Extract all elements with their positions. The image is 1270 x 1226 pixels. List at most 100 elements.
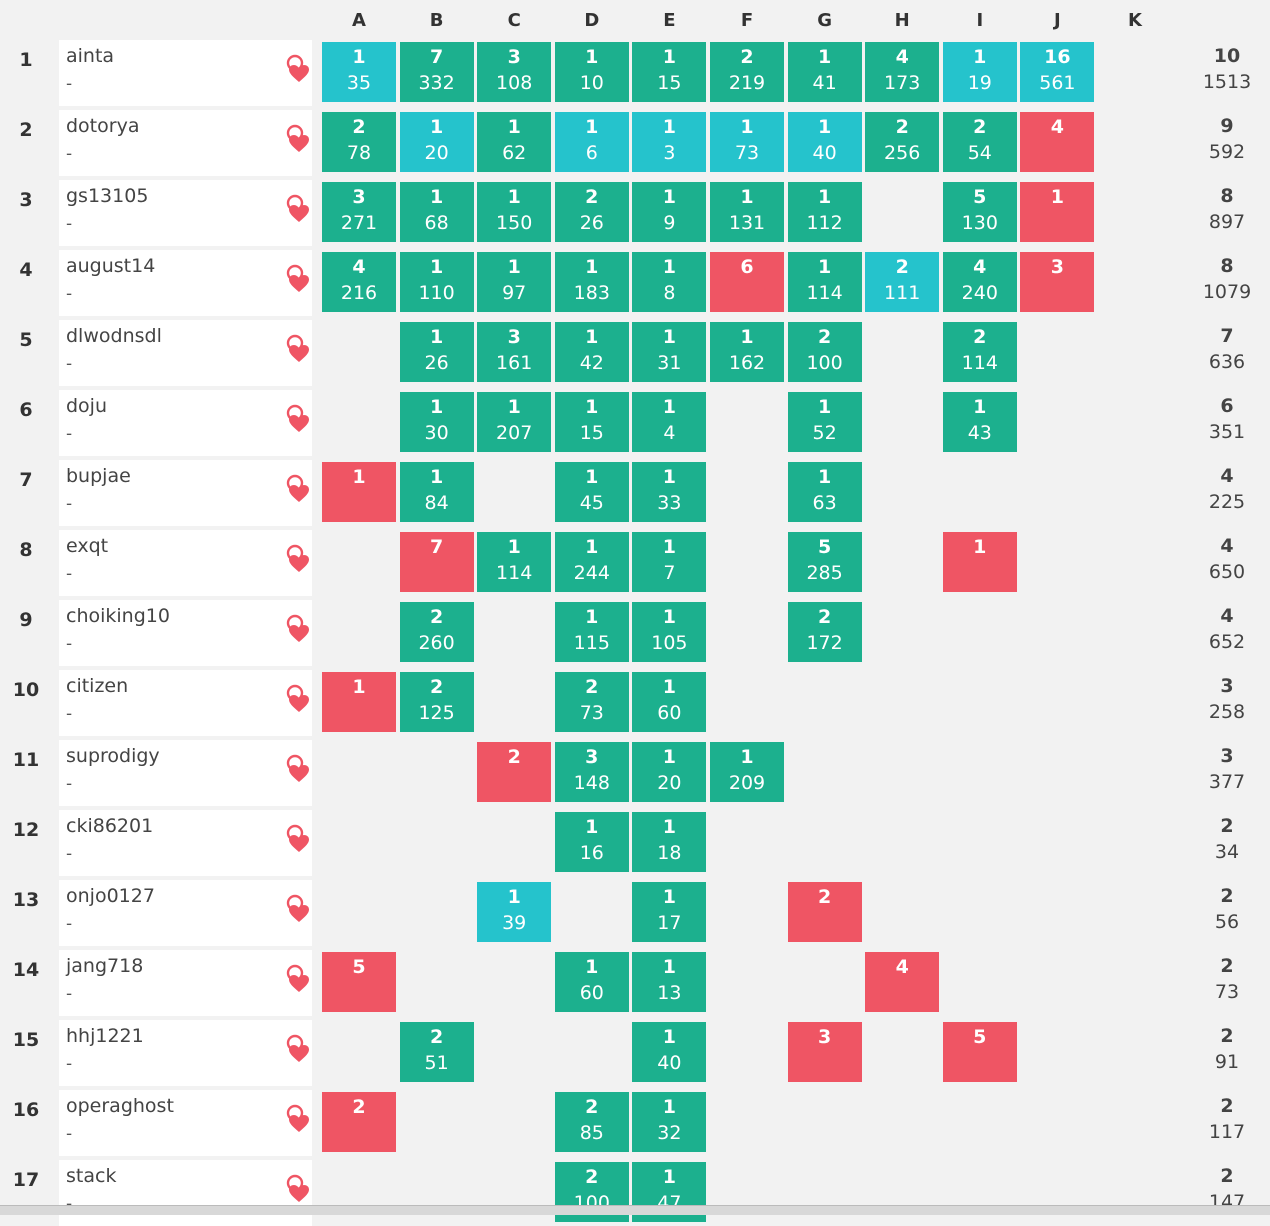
favorite-heart-icon[interactable] [286,264,312,294]
problem-cell-f[interactable]: 6 [710,252,784,312]
problem-cell-c[interactable]: 1 207 [477,392,552,452]
problem-cell-e[interactable]: 1 32 [632,1092,707,1152]
team-name[interactable]: august14 [66,255,155,277]
team-card[interactable]: gs13105 - [59,180,312,246]
problem-header-f[interactable]: F [710,10,784,31]
problem-cell-a[interactable]: 4 216 [322,252,396,312]
favorite-heart-icon[interactable] [286,474,312,504]
favorite-heart-icon[interactable] [286,684,312,714]
favorite-heart-icon[interactable] [286,894,312,924]
problem-header-j[interactable]: J [1020,10,1094,31]
problem-cell-b[interactable]: 1 26 [399,322,474,382]
team-card[interactable]: onjo0127 - [59,880,312,946]
problem-cell-c[interactable]: 1 62 [477,112,552,172]
problem-cell-c[interactable]: 3 161 [477,322,552,382]
problem-header-i[interactable]: I [943,10,1017,31]
problem-cell-f[interactable]: 1 131 [710,182,784,242]
problem-cell-j[interactable]: 16 561 [1020,42,1095,102]
problem-cell-e[interactable]: 1 33 [632,462,707,522]
team-name[interactable]: dotorya [66,115,139,137]
favorite-heart-icon[interactable] [286,1104,312,1134]
problem-cell-a[interactable]: 1 [322,672,396,732]
problem-cell-d[interactable]: 1 244 [554,532,629,592]
team-name[interactable]: stack [66,1165,116,1187]
problem-cell-a[interactable]: 3 271 [322,182,396,242]
favorite-heart-icon[interactable] [286,964,312,994]
problem-cell-d[interactable]: 16 [554,112,629,172]
problem-cell-j[interactable]: 1 [1020,182,1095,242]
problem-cell-a[interactable]: 1 [322,462,396,522]
problem-cell-e[interactable]: 14 [632,392,707,452]
problem-cell-g[interactable]: 1 112 [787,182,862,242]
problem-cell-c[interactable]: 1 39 [477,882,552,942]
problem-cell-b[interactable]: 2 51 [399,1022,474,1082]
problem-cell-d[interactable]: 1 115 [554,602,629,662]
team-name[interactable]: choiking10 [66,605,170,627]
favorite-heart-icon[interactable] [286,54,312,84]
problem-cell-d[interactable]: 1 45 [554,462,629,522]
team-name[interactable]: ainta [66,45,114,67]
problem-cell-b[interactable]: 1 30 [399,392,474,452]
problem-cell-e[interactable]: 1 13 [632,952,707,1012]
problem-cell-g[interactable]: 5 285 [787,532,862,592]
problem-cell-g[interactable]: 1 41 [787,42,862,102]
problem-cell-d[interactable]: 2 85 [554,1092,629,1152]
problem-cell-e[interactable]: 17 [632,532,707,592]
problem-header-d[interactable]: D [555,10,629,31]
team-name[interactable]: doju [66,395,107,417]
problem-cell-b[interactable]: 1 20 [399,112,474,172]
favorite-heart-icon[interactable] [286,824,312,854]
problem-cell-j[interactable]: 4 [1020,112,1095,172]
problem-cell-c[interactable]: 1 114 [477,532,552,592]
problem-cell-i[interactable]: 1 43 [942,392,1017,452]
problem-cell-b[interactable]: 1 84 [399,462,474,522]
problem-cell-e[interactable]: 1 20 [632,742,707,802]
problem-cell-b[interactable]: 7 332 [399,42,474,102]
problem-cell-i[interactable]: 1 [942,532,1017,592]
favorite-heart-icon[interactable] [286,1034,312,1064]
problem-cell-h[interactable]: 4 [865,952,940,1012]
favorite-heart-icon[interactable] [286,334,312,364]
problem-cell-a[interactable]: 1 35 [322,42,396,102]
favorite-heart-icon[interactable] [286,194,312,224]
problem-cell-h[interactable]: 4 173 [865,42,940,102]
problem-cell-c[interactable]: 1 97 [477,252,552,312]
problem-cell-i[interactable]: 5 130 [942,182,1017,242]
problem-cell-e[interactable]: 1 17 [632,882,707,942]
problem-header-e[interactable]: E [632,10,706,31]
problem-cell-g[interactable]: 1 114 [787,252,862,312]
favorite-heart-icon[interactable] [286,544,312,574]
problem-cell-d[interactable]: 1 15 [554,392,629,452]
team-card[interactable]: choiking10 - [59,600,312,666]
problem-cell-g[interactable]: 1 52 [787,392,862,452]
team-name[interactable]: cki86201 [66,815,153,837]
problem-cell-d[interactable]: 1 10 [554,42,629,102]
problem-cell-f[interactable]: 2 219 [710,42,784,102]
problem-cell-d[interactable]: 1 16 [554,812,629,872]
team-name[interactable]: suprodigy [66,745,160,767]
problem-header-b[interactable]: B [400,10,474,31]
problem-cell-a[interactable]: 2 [322,1092,396,1152]
problem-cell-c[interactable]: 1 150 [477,182,552,242]
team-card[interactable]: citizen - [59,670,312,736]
problem-header-k[interactable]: K [1098,10,1172,31]
team-name[interactable]: citizen [66,675,128,697]
problem-cell-g[interactable]: 1 40 [787,112,862,172]
team-card[interactable]: cki86201 - [59,810,312,876]
problem-cell-f[interactable]: 1 73 [710,112,784,172]
problem-cell-b[interactable]: 2 260 [399,602,474,662]
team-card[interactable]: hhj1221 - [59,1020,312,1086]
problem-cell-f[interactable]: 1 209 [710,742,784,802]
problem-cell-i[interactable]: 5 [942,1022,1017,1082]
problem-cell-i[interactable]: 4 240 [942,252,1017,312]
problem-cell-b[interactable]: 2 125 [399,672,474,732]
problem-cell-e[interactable]: 1 60 [632,672,707,732]
team-name[interactable]: exqt [66,535,108,557]
problem-cell-d[interactable]: 1 183 [554,252,629,312]
problem-cell-a[interactable]: 5 [322,952,396,1012]
team-name[interactable]: onjo0127 [66,885,155,907]
problem-cell-e[interactable]: 13 [632,112,707,172]
team-card[interactable]: operaghost - [59,1090,312,1156]
team-name[interactable]: jang718 [66,955,143,977]
favorite-heart-icon[interactable] [286,404,312,434]
